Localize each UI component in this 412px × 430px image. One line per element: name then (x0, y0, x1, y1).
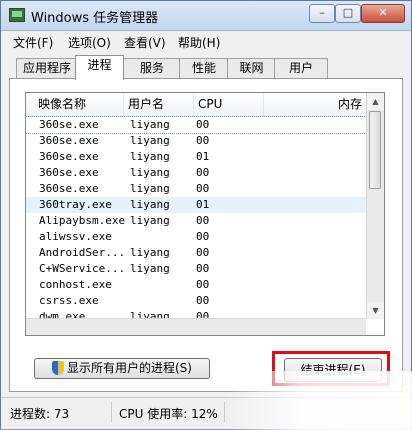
process-row[interactable]: 360se.exe liyang 00 (26, 165, 366, 181)
scroll-thumb[interactable] (369, 111, 381, 189)
process-name: Alipaybsm.exe (39, 214, 126, 227)
menu-bar: 文件(F) 选项(O) 查看(V) 帮助(H) (1, 31, 411, 51)
process-user: liyang (130, 166, 170, 179)
column-cpu[interactable]: CPU (194, 93, 264, 116)
process-name: C+WService... (39, 262, 126, 275)
process-cpu: 00 (196, 118, 210, 131)
close-button[interactable]: ✕ (361, 4, 405, 23)
process-row[interactable]: C+WService... liyang 00 (26, 261, 366, 277)
process-rows: 360se.exe liyang 00 360se.exe liyang 00 360se.… (26, 116, 367, 325)
tab-performance[interactable]: 性能 (179, 58, 229, 79)
task-manager-icon (9, 8, 25, 22)
process-name: 360se.exe (39, 134, 99, 147)
menu-help[interactable]: 帮助(H) (178, 34, 220, 51)
process-name: conhost.exe (39, 278, 112, 291)
tab-strip: 应用程序 进程 服务 性能 联网 用户 (1, 53, 411, 80)
process-cpu: 00 (196, 278, 210, 291)
tab-applications[interactable]: 应用程序 (16, 58, 78, 79)
maximize-button[interactable]: □ (335, 4, 361, 23)
process-name: 360se.exe (39, 118, 99, 131)
process-user: liyang (130, 134, 170, 147)
status-divider (224, 402, 225, 422)
uac-shield-icon (52, 361, 64, 375)
vertical-scrollbar[interactable]: ▲ ▼ (366, 93, 384, 319)
tab-processes[interactable]: 进程 (75, 55, 124, 80)
menu-file[interactable]: 文件(F) (13, 34, 53, 51)
process-cpu: 00 (196, 230, 210, 243)
process-row[interactable]: 360se.exe liyang 01 (26, 149, 366, 165)
process-row[interactable]: Alipaybsm.exe liyang 00 (26, 213, 366, 229)
minimize-button[interactable]: – (309, 4, 335, 23)
process-user: liyang (130, 118, 170, 131)
status-divider (111, 402, 112, 422)
column-user-name[interactable]: 用户名 (124, 93, 194, 116)
process-cpu: 00 (196, 246, 210, 259)
process-list[interactable]: 映像名称 用户名 CPU 内存 360se.exe liyang 00 360se.e… (25, 92, 385, 336)
scroll-up-icon[interactable]: ▲ (367, 93, 384, 110)
tab-networking[interactable]: 联网 (227, 58, 276, 79)
show-all-label: 显示所有用户的进程(S) (67, 361, 192, 375)
process-cpu: 00 (196, 182, 210, 195)
menu-view[interactable]: 查看(V) (124, 34, 166, 51)
title-bar[interactable]: Windows 任务管理器 – □ ✕ (1, 1, 411, 31)
process-cpu: 01 (196, 150, 210, 163)
process-row[interactable]: 360se.exe liyang 00 (26, 133, 366, 149)
task-manager-window: Windows 任务管理器 – □ ✕ 文件(F) 选项(O) 查看(V) 帮助… (0, 0, 412, 430)
process-cpu: 00 (196, 214, 210, 227)
process-name: AndroidSer... (39, 246, 126, 259)
process-user: liyang (130, 246, 170, 259)
column-image-name[interactable]: 映像名称 (34, 93, 124, 116)
column-header: 映像名称 用户名 CPU 内存 (26, 93, 366, 117)
process-row[interactable]: 360se.exe liyang 00 (26, 116, 367, 134)
process-cpu: 00 (196, 166, 210, 179)
process-row[interactable]: csrss.exe 00 (26, 293, 366, 309)
horizontal-scrollbar[interactable] (26, 318, 366, 335)
process-row[interactable]: 360se.exe liyang 00 (26, 181, 366, 197)
process-name: aliwssv.exe (39, 230, 112, 243)
column-memory[interactable]: 内存 (264, 93, 366, 116)
show-all-users-processes-button[interactable]: 显示所有用户的进程(S) (34, 358, 210, 379)
process-user: liyang (130, 150, 170, 163)
process-name: 360tray.exe (39, 198, 112, 211)
process-user: liyang (130, 214, 170, 227)
process-user: liyang (130, 182, 170, 195)
process-row[interactable]: 360tray.exe liyang 01 (26, 197, 366, 213)
menu-options[interactable]: 选项(O) (68, 34, 111, 51)
process-name: 360se.exe (39, 182, 99, 195)
tab-users[interactable]: 用户 (274, 58, 328, 79)
watermark-fade (226, 371, 412, 430)
process-user: liyang (130, 198, 170, 211)
tab-services[interactable]: 服务 (123, 58, 181, 79)
process-cpu: 00 (196, 262, 210, 275)
process-row[interactable]: AndroidSer... liyang 00 (26, 245, 366, 261)
window-title: Windows 任务管理器 (31, 11, 159, 26)
process-name: 360se.exe (39, 150, 99, 163)
cpu-usage: CPU 使用率: 12% (119, 407, 218, 421)
process-cpu: 00 (196, 134, 210, 147)
process-cpu: 00 (196, 294, 210, 307)
process-row[interactable]: conhost.exe 00 (26, 277, 366, 293)
process-user: liyang (130, 262, 170, 275)
process-name: 360se.exe (39, 166, 99, 179)
process-cpu: 01 (196, 198, 210, 211)
process-name: csrss.exe (39, 294, 99, 307)
scroll-down-icon[interactable]: ▼ (367, 302, 384, 319)
process-count: 进程数: 73 (10, 407, 70, 421)
process-row[interactable]: aliwssv.exe 00 (26, 229, 366, 245)
